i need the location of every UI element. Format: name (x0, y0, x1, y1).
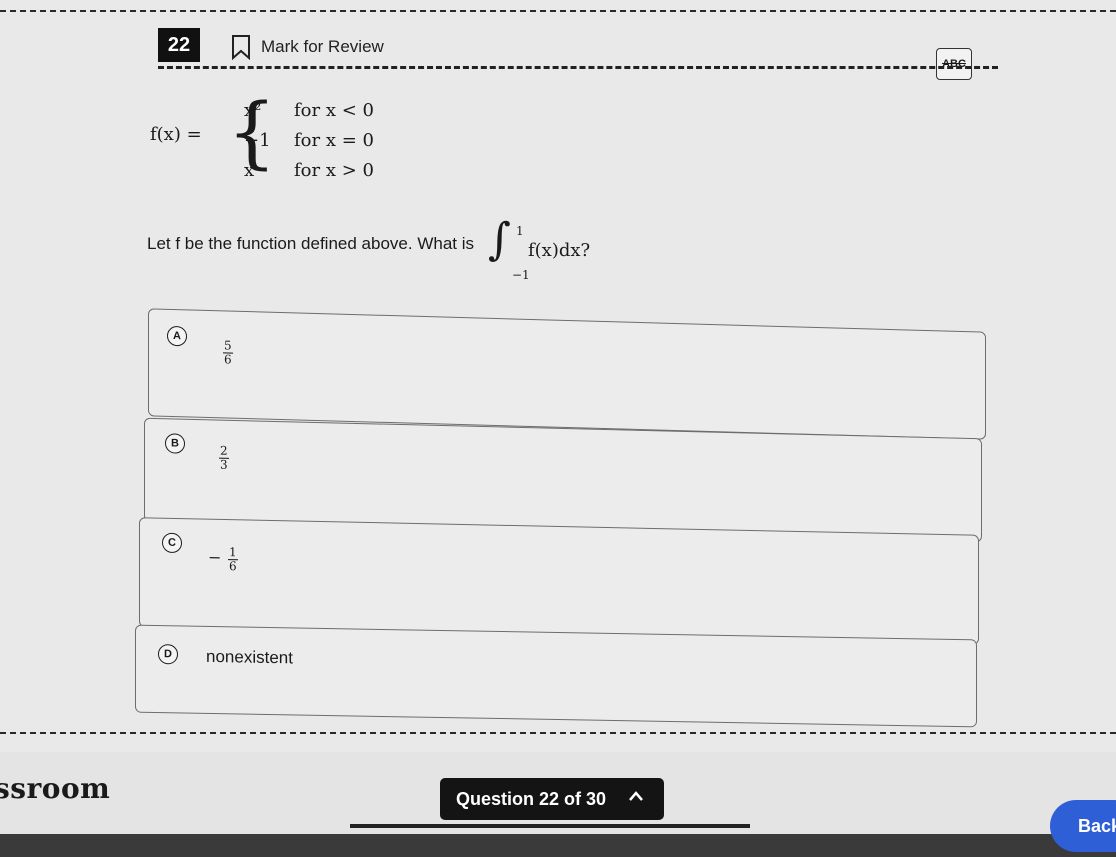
question-prompt: Let f be the function defined above. Wha… (147, 234, 474, 253)
case-row: −1 for x = 0 (244, 130, 374, 151)
integrand: f(x)dx? (528, 240, 591, 261)
choice-letter-c: C (162, 532, 182, 554)
case-row: x for x > 0 (244, 160, 374, 181)
question-navigator-button[interactable]: Question 22 of 30 (440, 778, 664, 820)
case-row: x² for x < 0 (244, 100, 374, 121)
integral-expression: ∫ 1 −1 f(x)dx? (488, 218, 618, 283)
integral-sign: ∫ (488, 214, 511, 265)
choice-b-value: 2 3 (219, 443, 229, 472)
choice-d-text: nonexistent (206, 646, 293, 668)
brand-logo-text: ssroom (0, 772, 111, 805)
chevron-up-icon (629, 791, 643, 801)
integral-lower-bound: −1 (512, 268, 530, 282)
choice-letter-b: B (165, 433, 185, 454)
choice-d[interactable]: D nonexistent (135, 624, 977, 728)
choice-c[interactable]: C − 1 6 (139, 517, 979, 645)
question-counter: Question 22 of 30 (456, 788, 607, 809)
question-header: 22 Mark for Review ABC (158, 28, 998, 80)
choice-letter-a: A (167, 325, 187, 347)
integral-upper-bound: 1 (516, 224, 524, 238)
function-lhs: f(x) = (150, 124, 202, 145)
choice-a-value: 5 6 (223, 338, 233, 367)
back-button[interactable]: Back (1050, 800, 1116, 852)
choice-c-sign: − (208, 547, 222, 567)
screen-edge (0, 834, 1116, 857)
answer-eliminator-button[interactable]: ABC (936, 48, 972, 80)
top-divider (0, 10, 1116, 12)
footer-bar: ssroom Question 22 of 30 Back (0, 752, 1116, 857)
bookmark-icon[interactable] (230, 34, 252, 60)
bottom-divider (0, 732, 1116, 734)
header-divider (158, 66, 998, 69)
mark-for-review-button[interactable]: Mark for Review (261, 37, 384, 57)
choice-c-value: 1 6 (228, 545, 238, 574)
question-number-badge: 22 (158, 28, 200, 62)
choice-letter-d: D (158, 644, 178, 665)
navigator-underline (350, 824, 750, 828)
